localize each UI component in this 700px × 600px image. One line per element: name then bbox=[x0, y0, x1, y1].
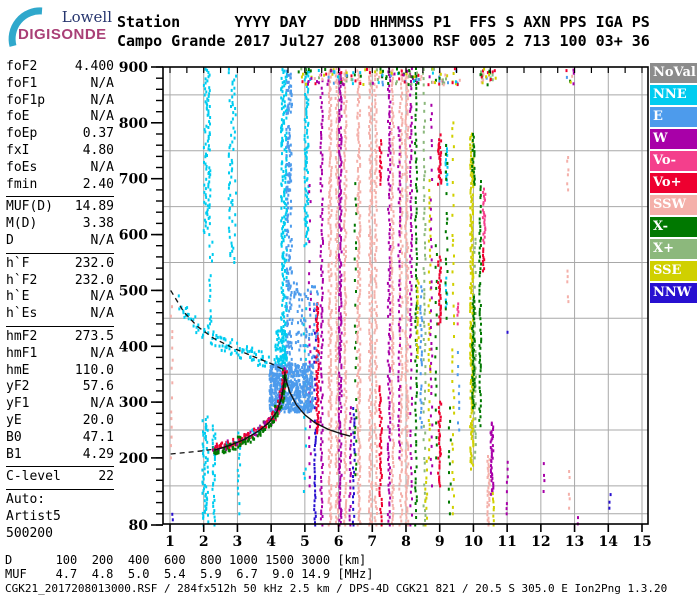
legend-item-noval: NoVal bbox=[650, 63, 697, 83]
file-info-footer: CGK21_2017208013000.RSF / 284fx512h 50 k… bbox=[5, 582, 668, 595]
legend-item-nnw: NNW bbox=[650, 283, 697, 303]
legend-item-vo: Vo- bbox=[650, 151, 697, 171]
legend-item-nne: NNE bbox=[650, 85, 697, 105]
ionogram-screen: { "logo": {"line1": "Lowell", "line2": "… bbox=[0, 0, 700, 600]
doppler-direction-legend: NoVal NNE E W Vo- Vo+ SSW X- X+ SSE NNW bbox=[650, 63, 697, 305]
legend-item-e: E bbox=[650, 107, 697, 127]
legend-item-sse: SSE bbox=[650, 261, 697, 281]
legend-item-vo: Vo+ bbox=[650, 173, 697, 193]
legend-item-x: X+ bbox=[650, 239, 697, 259]
legend-item-ssw: SSW bbox=[650, 195, 697, 215]
ionogram-plot: 802003004005006007008009001 2 3 4 5 6 7 8 9 10 11 1… bbox=[119, 60, 652, 550]
d-distance-row: D 100 200 400 600 800 1000 1500 3000 [km… bbox=[5, 553, 367, 567]
dmuf-table: D 100 200 400 600 800 1000 1500 3000 [km… bbox=[5, 553, 373, 581]
muf-row: MUF 4.7 4.8 5.0 5.4 5.9 6.7 9.0 14.9 [MH… bbox=[5, 567, 374, 581]
legend-item-w: W bbox=[650, 129, 697, 149]
legend-item-x: X- bbox=[650, 217, 697, 237]
